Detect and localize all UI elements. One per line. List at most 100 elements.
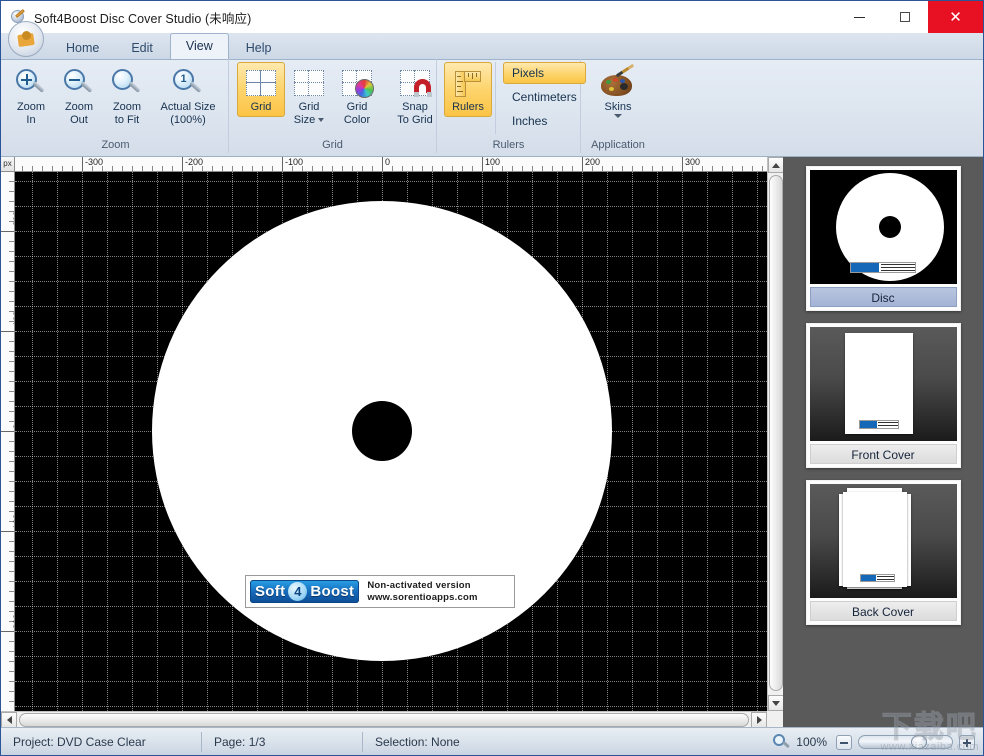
workspace: px -300-200-1000100200300 -200-100010020… bbox=[1, 157, 983, 727]
ruler-label: -200 bbox=[183, 158, 203, 167]
watermark-line-2: www.sorentioapps.com bbox=[367, 592, 477, 604]
grid-size-icon bbox=[288, 67, 330, 99]
zoom-in-label-2: In bbox=[10, 114, 52, 127]
rulers-toggle-button[interactable]: Rulers bbox=[444, 62, 492, 117]
ribbon-tabs: Home Edit View Help bbox=[51, 33, 288, 59]
maximize-icon bbox=[900, 12, 910, 22]
ruler-unit-inches[interactable]: Inches bbox=[503, 110, 586, 132]
snap-to-grid-label-2: To Grid bbox=[394, 114, 436, 127]
application-menu-button[interactable] bbox=[8, 21, 44, 57]
grid-size-label-2: Size bbox=[288, 114, 330, 127]
ribbon: Home Edit View Help Zoom In bbox=[1, 33, 983, 157]
trial-watermark-text: Non-activated version www.sorentioapps.c… bbox=[367, 580, 477, 604]
page-card-disc[interactable]: Disc bbox=[806, 166, 961, 311]
back-cover-thumb bbox=[810, 484, 957, 598]
grid-color-button[interactable]: Grid Color bbox=[333, 62, 381, 129]
ruler-tick-major bbox=[1, 631, 15, 632]
zoom-slider-thumb[interactable] bbox=[911, 735, 927, 749]
tab-home[interactable]: Home bbox=[51, 37, 114, 59]
zoom-out-button-status[interactable] bbox=[836, 735, 852, 750]
vertical-ruler[interactable]: -200-1000100200 bbox=[1, 172, 15, 711]
snap-to-grid-button[interactable]: Snap To Grid bbox=[391, 62, 439, 129]
ruler-tick-major bbox=[1, 431, 15, 432]
ruler-unit-pixels[interactable]: Pixels bbox=[503, 62, 586, 84]
ruler-tick-major bbox=[182, 157, 183, 172]
ruler-label: -300 bbox=[83, 158, 103, 167]
zoom-to-fit-label-1: Zoom bbox=[106, 101, 148, 114]
grid-line-horizontal bbox=[15, 181, 767, 182]
actual-size-button[interactable]: 1 Actual Size (100%) bbox=[151, 62, 225, 129]
grid-size-button[interactable]: Grid Size bbox=[285, 62, 333, 129]
zoom-in-button-status[interactable] bbox=[959, 735, 975, 750]
skins-button[interactable]: Skins bbox=[585, 62, 651, 121]
zoom-to-fit-label-2: to Fit bbox=[106, 114, 148, 127]
ruler-tick-major bbox=[1, 531, 15, 532]
window-title: Soft4Boost Disc Cover Studio (未响应) bbox=[34, 8, 251, 27]
vertical-scroll-thumb[interactable] bbox=[769, 175, 783, 691]
group-title-zoom: Zoom bbox=[7, 138, 224, 153]
ruler-unit-corner: px bbox=[1, 157, 15, 172]
tab-edit[interactable]: Edit bbox=[116, 37, 168, 59]
zoom-slider-track[interactable] bbox=[858, 735, 953, 749]
title-bar: Soft4Boost Disc Cover Studio (未响应) ✕ bbox=[1, 1, 983, 33]
page-card-front-cover[interactable]: Front Cover bbox=[806, 323, 961, 468]
scroll-down-button[interactable] bbox=[768, 695, 784, 711]
close-icon: ✕ bbox=[949, 10, 962, 25]
actual-size-icon: 1 bbox=[154, 67, 222, 99]
minimize-button[interactable] bbox=[836, 1, 882, 33]
grid-toggle-button[interactable]: Grid bbox=[237, 62, 285, 117]
snap-to-grid-label-1: Snap bbox=[394, 101, 436, 114]
tab-view[interactable]: View bbox=[170, 33, 229, 59]
front-cover-thumb bbox=[810, 327, 957, 441]
zoom-out-label-2: Out bbox=[58, 114, 100, 127]
scroll-right-button[interactable] bbox=[751, 712, 767, 728]
ruler-tick-major bbox=[1, 231, 15, 232]
grid-size-label-1: Grid bbox=[288, 101, 330, 114]
zoom-out-button[interactable]: Zoom Out bbox=[55, 62, 103, 129]
snap-to-grid-icon bbox=[394, 67, 436, 99]
ruler-unit-centimeters[interactable]: Centimeters bbox=[503, 86, 586, 108]
chevron-down-icon[interactable] bbox=[614, 114, 622, 118]
ruler-tick-major bbox=[1, 331, 15, 332]
chevron-down-icon bbox=[772, 701, 780, 706]
grid-color-label-2: Color bbox=[336, 114, 378, 127]
tab-help[interactable]: Help bbox=[231, 37, 287, 59]
page-label-back-cover[interactable]: Back Cover bbox=[810, 601, 957, 621]
design-canvas[interactable]: Soft 4 Boost Non-activated version www.s… bbox=[15, 172, 767, 711]
zoom-fit-icon bbox=[106, 67, 148, 99]
minimize-icon bbox=[854, 17, 865, 18]
grid-color-icon bbox=[336, 67, 378, 99]
horizontal-ruler[interactable]: -300-200-1000100200300 bbox=[15, 157, 767, 172]
ruler-tick-major bbox=[82, 157, 83, 172]
maximize-button[interactable] bbox=[882, 1, 928, 33]
watermark-line-1: Non-activated version bbox=[367, 580, 477, 592]
ribbon-tab-strip: Home Edit View Help bbox=[1, 33, 983, 60]
ribbon-group-rulers: Rulers Pixels Centimeters Inches Rulers bbox=[437, 59, 581, 153]
ribbon-group-application: Skins Application bbox=[581, 59, 655, 153]
logo-text-soft: Soft bbox=[255, 583, 285, 600]
grid-line-horizontal bbox=[15, 681, 767, 682]
horizontal-scroll-thumb[interactable] bbox=[19, 713, 749, 727]
canvas-horizontal-scrollbar[interactable] bbox=[1, 711, 767, 727]
page-label-front-cover[interactable]: Front Cover bbox=[810, 444, 957, 464]
zoom-to-fit-button[interactable]: Zoom to Fit bbox=[103, 62, 151, 129]
page-label-disc[interactable]: Disc bbox=[810, 287, 957, 307]
scroll-up-button[interactable] bbox=[768, 157, 784, 173]
group-title-rulers: Rulers bbox=[441, 138, 576, 153]
close-button[interactable]: ✕ bbox=[928, 1, 983, 33]
soft4boost-logo: Soft 4 Boost bbox=[250, 580, 359, 603]
pages-panel: Disc Front Cover bbox=[783, 157, 983, 727]
ruler-label: -100 bbox=[283, 158, 303, 167]
status-page: Page: 1/3 bbox=[202, 728, 362, 756]
group-title-application: Application bbox=[585, 138, 651, 153]
zoom-in-button[interactable]: Zoom In bbox=[7, 62, 55, 129]
ruler-tick-major bbox=[482, 157, 483, 172]
thumb-watermark bbox=[859, 420, 899, 429]
zoom-out-label-1: Zoom bbox=[58, 101, 100, 114]
status-selection: Selection: None bbox=[363, 728, 603, 756]
zoom-out-icon bbox=[58, 67, 100, 99]
canvas-vertical-scrollbar[interactable] bbox=[767, 157, 783, 711]
page-card-back-cover[interactable]: Back Cover bbox=[806, 480, 961, 625]
scroll-left-button[interactable] bbox=[1, 712, 17, 728]
disc-thumb bbox=[810, 170, 957, 284]
